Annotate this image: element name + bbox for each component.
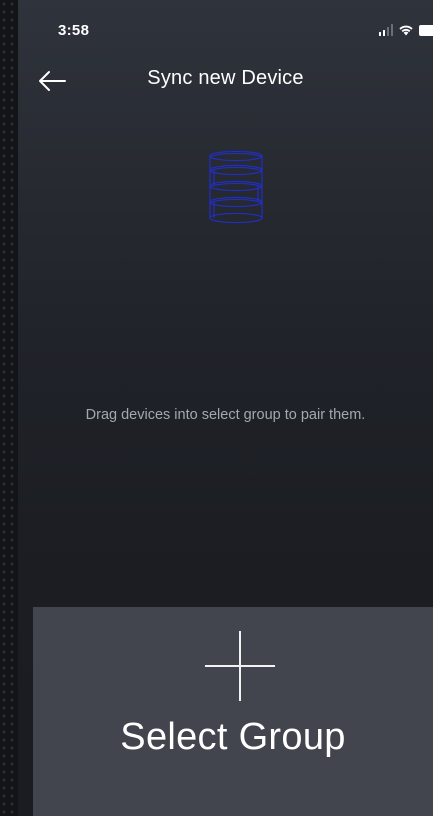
page-title: Sync new Device — [147, 67, 304, 89]
spiral-sync-icon — [209, 150, 263, 224]
instruction-text: Drag devices into select group to pair t… — [85, 407, 366, 423]
battery-icon — [419, 24, 433, 36]
wifi-icon — [398, 24, 414, 36]
status-icons — [378, 24, 433, 36]
signal-icon — [378, 24, 393, 36]
device-frame: 3:58 Sync new Device Drag devices into s… — [0, 0, 433, 816]
plus-icon[interactable] — [205, 631, 275, 701]
status-time: 3:58 — [58, 22, 90, 39]
app-screen: 3:58 Sync new Device Drag devices into s… — [18, 0, 433, 816]
select-group-label[interactable]: Select Group — [33, 716, 433, 759]
